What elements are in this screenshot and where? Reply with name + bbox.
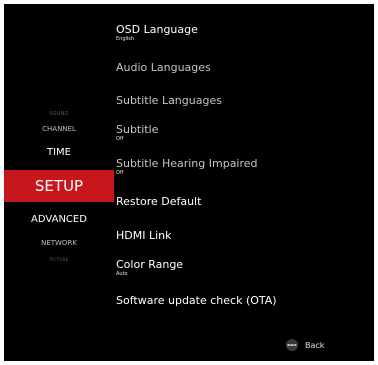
category-sound[interactable]: SOUND <box>4 111 114 117</box>
setting-value: English <box>116 36 135 42</box>
setting-label: Color Range <box>116 258 184 271</box>
setting-label: Software update check (OTA) <box>116 294 277 307</box>
setting-restore-default[interactable]: Restore Default <box>116 195 201 208</box>
setting-label: Subtitle Hearing Impaired <box>116 157 258 170</box>
category-channel[interactable]: CHANNEL <box>4 125 114 133</box>
category-picture[interactable]: PICTURE <box>4 257 114 262</box>
category-advanced[interactable]: ADVANCED <box>4 214 114 225</box>
setting-label: Subtitle Languages <box>116 94 222 107</box>
setting-label: Restore Default <box>116 195 202 208</box>
setting-software-update-check[interactable]: Software update check (OTA) <box>116 294 277 307</box>
setting-color-range[interactable]: Color Range Auto <box>116 258 183 278</box>
setting-label: Audio Languages <box>116 61 211 74</box>
setting-value: Off <box>116 170 124 176</box>
setting-hdmi-link[interactable]: HDMI Link <box>116 229 172 242</box>
category-network[interactable]: NETWORK <box>4 239 114 247</box>
setting-subtitle[interactable]: Subtitle Off <box>116 123 158 143</box>
setting-label: HDMI Link <box>116 229 172 242</box>
setting-value: Auto <box>116 271 128 277</box>
setting-subtitle-languages[interactable]: Subtitle Languages <box>116 94 222 107</box>
back-button[interactable]: BACK Back <box>286 339 324 351</box>
setting-subtitle-hearing-impaired[interactable]: Subtitle Hearing Impaired Off <box>116 157 258 177</box>
setting-value: Off <box>116 136 124 142</box>
setting-label: OSD Language <box>116 23 198 36</box>
setting-label: Subtitle <box>116 123 159 136</box>
category-time[interactable]: TIME <box>4 147 114 158</box>
setting-audio-languages[interactable]: Audio Languages <box>116 61 211 74</box>
category-setup-selected[interactable]: SETUP <box>4 170 114 202</box>
back-label: Back <box>305 340 325 350</box>
setting-osd-language[interactable]: OSD Language English <box>116 23 198 43</box>
tv-menu-screen: SOUND CHANNEL TIME SETUP ADVANCED NETWOR… <box>4 4 374 361</box>
back-remote-icon: BACK <box>286 339 298 351</box>
